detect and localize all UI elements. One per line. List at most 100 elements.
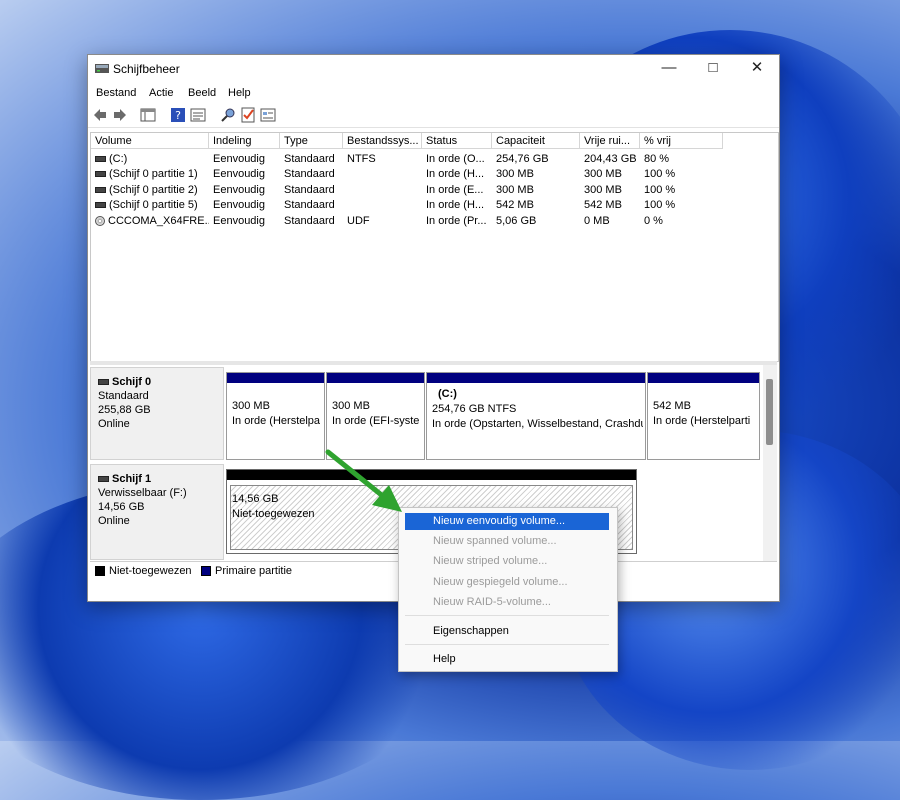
cell-volume: CCCOMA_X64FRE... (108, 215, 209, 227)
disk-map-scrollbar[interactable] (763, 365, 777, 565)
cell-volume: (Schijf 0 partitie 1) (109, 168, 198, 180)
column-header-vrije-ruimte[interactable]: Vrije rui... (580, 133, 640, 149)
partition-status: In orde (Herstelparti (653, 415, 751, 427)
disk-status: Online (98, 418, 130, 430)
column-header-pct-vrij[interactable]: % vrij (640, 133, 723, 149)
legend-primary: Primaire partitie (215, 565, 293, 577)
view-details-icon[interactable] (260, 107, 276, 123)
cell-pct-vrij: 100 % (644, 168, 676, 180)
cell-vrije-ruimte: 0 MB (584, 215, 610, 227)
partition-size: 300 MB (232, 400, 270, 412)
cell-pct-vrij: 100 % (644, 184, 676, 196)
partition-title: (C:) (438, 388, 457, 400)
menu-actie[interactable]: Actie (149, 87, 173, 99)
connect-icon[interactable] (220, 107, 236, 123)
partition-status: In orde (Opstarten, Wisselbestand, Crash… (432, 418, 643, 430)
menu-item-new-mirrored-volume[interactable]: Nieuw gespiegeld volume... (405, 574, 609, 591)
partition-disk0-2[interactable]: 300 MB In orde (EFI-syste (326, 372, 425, 460)
drive-icon (95, 156, 106, 163)
table-row[interactable]: (Schijf 0 partitie 5) Eenvoudig Standaar… (91, 198, 778, 213)
menu-item-new-spanned-volume[interactable]: Nieuw spanned volume... (405, 533, 609, 550)
disk-icon (98, 379, 109, 386)
cell-fs (343, 198, 422, 213)
minimize-button[interactable]: — (647, 55, 691, 83)
column-header-volume[interactable]: Volume (91, 133, 209, 149)
cell-volume: (C:) (109, 153, 128, 165)
title-bar[interactable]: Schijfbeheer — □ ✕ (88, 55, 779, 83)
minimize-icon: — (661, 59, 677, 76)
menu-item-properties[interactable]: Eigenschappen (405, 623, 609, 640)
column-header-type[interactable]: Type (280, 133, 343, 149)
partition-size: 542 MB (653, 400, 691, 412)
cd-drive-icon (95, 216, 105, 227)
cell-vrije-ruimte: 300 MB (584, 184, 622, 196)
column-header-bestandssysteem[interactable]: Bestandssys... (343, 133, 422, 149)
cell-vrije-ruimte: 542 MB (584, 199, 622, 211)
menu-bestand[interactable]: Bestand (96, 87, 136, 99)
context-menu: Nieuw eenvoudig volume... Nieuw spanned … (398, 507, 618, 672)
partition-disk0-c[interactable]: (C:) 254,76 GB NTFS In orde (Opstarten, … (426, 372, 646, 460)
cell-indeling: Eenvoudig (213, 153, 265, 165)
column-header-capaciteit[interactable]: Capaciteit (492, 133, 580, 149)
table-row[interactable]: (Schijf 0 partitie 2) Eenvoudig Standaar… (91, 183, 778, 198)
legend-swatch-primary (201, 566, 211, 576)
disk-type: Standaard (98, 390, 149, 402)
close-icon: ✕ (750, 59, 764, 76)
partition-size: 254,76 GB NTFS (432, 403, 517, 415)
menu-item-help[interactable]: Help (405, 651, 609, 668)
disk-1-label[interactable]: Schijf 1 Verwisselbaar (F:) 14,56 GB Onl… (90, 464, 224, 560)
disk-size: 14,56 GB (98, 501, 145, 513)
cell-pct-vrij: 0 % (644, 215, 663, 227)
disk-management-icon (95, 64, 109, 73)
cell-capaciteit: 254,76 GB (496, 153, 549, 165)
maximize-button[interactable]: □ (691, 55, 735, 83)
table-row[interactable]: CCCOMA_X64FRE... Eenvoudig Standaard UDF… (91, 214, 778, 229)
cell-indeling: Eenvoudig (213, 199, 265, 211)
back-arrow-icon[interactable] (92, 107, 108, 123)
properties-icon[interactable] (190, 107, 206, 123)
partition-size: 14,56 GB (232, 493, 279, 505)
drive-icon (95, 171, 106, 178)
cell-status: In orde (E... (426, 184, 484, 196)
menu-item-new-striped-volume[interactable]: Nieuw striped volume... (405, 553, 609, 570)
cell-type: Standaard (284, 215, 335, 227)
cell-capaciteit: 300 MB (496, 168, 534, 180)
help-icon[interactable]: ? (170, 107, 186, 123)
column-header-indeling[interactable]: Indeling (209, 133, 280, 149)
cell-pct-vrij: 80 % (644, 153, 670, 165)
checklist-icon[interactable] (240, 107, 256, 123)
cell-type: Standaard (284, 199, 335, 211)
volume-list: Volume Indeling Type Bestandssys... Stat… (90, 132, 779, 362)
table-row[interactable]: (C:) Eenvoudig Standaard NTFS In orde (O… (91, 152, 778, 167)
cell-type: Standaard (284, 153, 335, 165)
cell-indeling: Eenvoudig (213, 168, 265, 180)
close-button[interactable]: ✕ (735, 55, 779, 83)
scroll-thumb[interactable] (766, 379, 773, 445)
cell-vrije-ruimte: 204,43 GB (584, 153, 637, 165)
cell-status: In orde (H... (426, 168, 485, 180)
console-tree-icon[interactable] (140, 107, 156, 123)
partition-size: 300 MB (332, 400, 370, 412)
partition-disk0-5[interactable]: 542 MB In orde (Herstelparti (647, 372, 760, 460)
table-row[interactable]: (Schijf 0 partitie 1) Eenvoudig Standaar… (91, 167, 778, 182)
disk-name: Schijf 1 (112, 473, 152, 485)
menu-item-new-simple-volume[interactable]: Nieuw eenvoudig volume... (405, 513, 609, 530)
cell-fs (343, 183, 422, 198)
menu-separator (405, 644, 609, 645)
menu-help[interactable]: Help (228, 87, 251, 99)
partition-disk0-1[interactable]: 300 MB In orde (Herstelpa (226, 372, 325, 460)
drive-icon (95, 202, 106, 209)
menu-beeld[interactable]: Beeld (188, 87, 216, 99)
cell-status: In orde (Pr... (426, 215, 487, 227)
partition-status: In orde (EFI-syste (332, 415, 420, 427)
legend-swatch-unallocated (95, 566, 105, 576)
cell-fs: NTFS (347, 153, 376, 165)
disk-0-label[interactable]: Schijf 0 Standaard 255,88 GB Online (90, 367, 224, 460)
cell-status: In orde (H... (426, 199, 485, 211)
column-header-status[interactable]: Status (422, 133, 492, 149)
cell-vrije-ruimte: 300 MB (584, 168, 622, 180)
menu-item-new-raid5-volume[interactable]: Nieuw RAID-5-volume... (405, 594, 609, 611)
cell-indeling: Eenvoudig (213, 184, 265, 196)
disk-type: Verwisselbaar (F:) (98, 487, 187, 499)
forward-arrow-icon[interactable] (112, 107, 128, 123)
